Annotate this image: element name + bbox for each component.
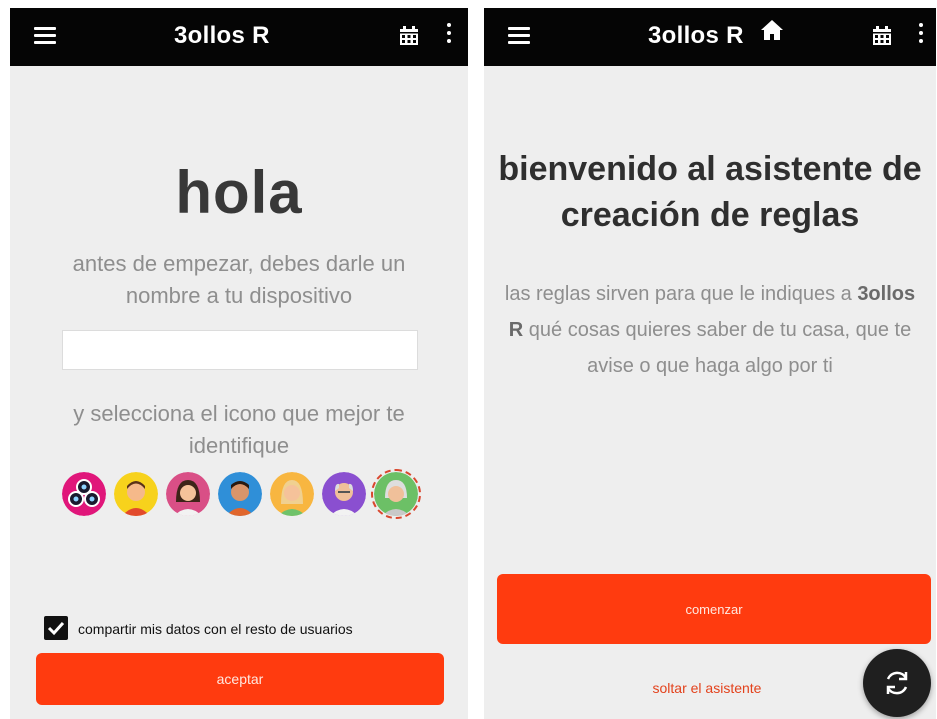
woman-avatar-icon[interactable] [166,472,210,516]
share-data-label: compartir mis datos con el resto de usua… [78,621,353,637]
rules-description-part1: las reglas sirven para que le indiques a [504,283,852,305]
logo-avatar-icon[interactable] [62,472,106,516]
refresh-icon [886,671,908,695]
avatar-picker [62,469,422,519]
calendar-icon[interactable] [872,26,892,46]
menu-icon[interactable] [508,27,530,45]
rules-description: las reglas sirven para que le indiques a… [504,276,916,384]
start-button[interactable]: comenzar [497,574,931,644]
app-title: 3ollos R [174,22,270,49]
more-vert-icon[interactable] [918,23,924,47]
share-data-checkbox-row[interactable]: compartir mis datos con el resto de usua… [44,616,444,642]
grandpa-avatar-icon[interactable] [322,472,366,516]
app-title: 3ollos R [648,22,744,49]
device-name-input[interactable] [62,330,418,370]
calendar-icon[interactable] [399,26,419,46]
top-app-bar: 3ollos R [10,8,468,66]
setup-screen: 3ollos R hola antes de empezar, debes da… [10,8,468,719]
checkbox-checked-icon[interactable] [44,616,68,640]
accept-button[interactable]: aceptar [36,653,444,705]
select-icon-text: y selecciona el icono que mejor te ident… [73,401,405,458]
more-vert-icon[interactable] [446,23,452,47]
girl-avatar-icon[interactable] [270,472,314,516]
grandma-avatar-icon[interactable] [371,469,421,519]
man-avatar-icon[interactable] [218,472,262,516]
intro-text: antes de empezar, debes darle un nombre … [72,251,406,308]
greeting-heading: hola [175,159,303,226]
rules-description-part2: qué cosas quieres saber de tu casa, que … [528,319,912,377]
menu-icon[interactable] [34,27,56,45]
rules-wizard-screen: 3ollos R bienvenido al asistente de crea… [484,8,936,719]
welcome-heading: bienvenido al asistente de creación de r… [498,150,922,234]
refresh-fab-button[interactable] [863,649,931,717]
home-icon[interactable] [759,18,785,42]
boy-avatar-icon[interactable] [114,472,158,516]
top-app-bar: 3ollos R [484,8,936,66]
